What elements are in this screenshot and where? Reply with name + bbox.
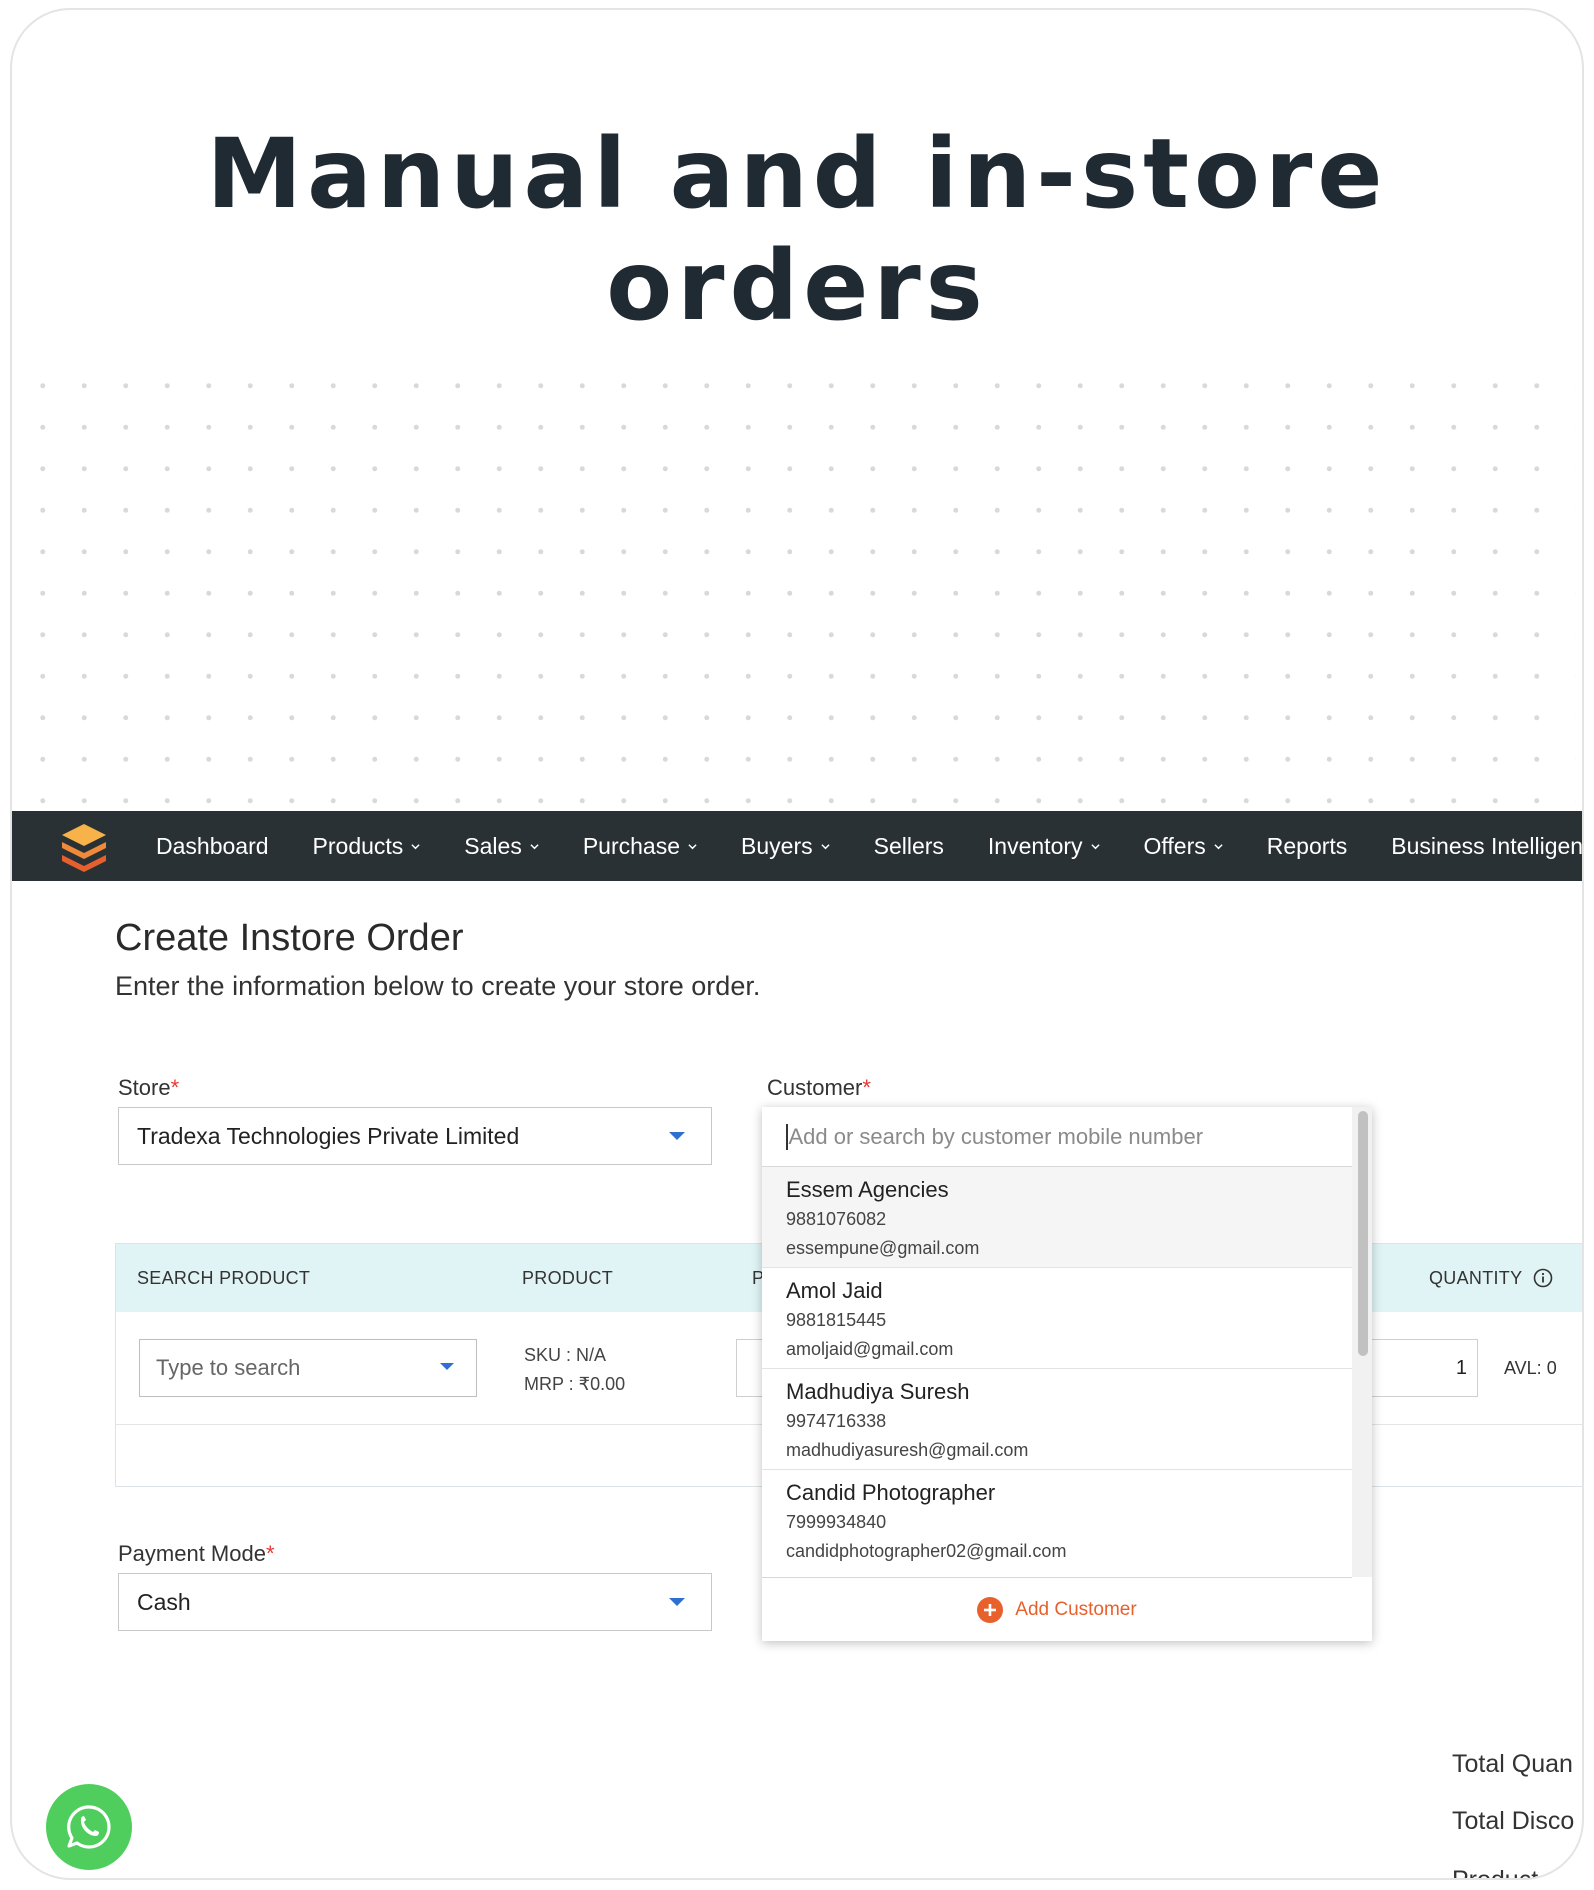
add-customer-button[interactable]: Add Customer — [762, 1577, 1352, 1641]
customer-name: Amol Jaid — [786, 1278, 883, 1303]
nav-item-sellers[interactable]: Sellers — [874, 833, 944, 860]
dot-pattern — [22, 365, 1576, 805]
customer-phone: 9881076082 — [786, 1209, 887, 1229]
promo-card: Manual and in-store orders Dashboard Prod… — [10, 8, 1584, 1880]
quantity-input[interactable]: 1 — [1368, 1339, 1478, 1397]
customer-phone: 7999934840 — [786, 1512, 887, 1532]
chevron-down-icon — [669, 1598, 685, 1606]
customer-email: amoljaid@gmail.com — [786, 1339, 954, 1359]
page-title: Create Instore Order — [115, 917, 464, 959]
customer-email: candidphotographer02@gmail.com — [786, 1541, 1067, 1561]
nav-item-business-intelligence[interactable]: Business Intelligence — [1391, 833, 1582, 860]
nav-item-inventory[interactable]: Inventory — [988, 833, 1100, 860]
whatsapp-icon — [67, 1805, 111, 1849]
customer-option[interactable]: Essem Agencies 9881076082 essempune@gmai… — [762, 1167, 1352, 1268]
nav-item-reports[interactable]: Reports — [1267, 833, 1348, 860]
app-logo-icon[interactable] — [56, 818, 112, 874]
total-discount-label: Total Disco — [1452, 1807, 1575, 1835]
chevron-down-icon — [688, 843, 697, 849]
product-search-select[interactable]: Type to search — [139, 1339, 477, 1397]
dropdown-scrollbar[interactable] — [1352, 1107, 1372, 1577]
nav-item-purchase[interactable]: Purchase — [583, 833, 697, 860]
top-nav: Dashboard Products Sales Purchase Buyers Sell… — [12, 811, 1582, 881]
nav-item-dashboard[interactable]: Dashboard — [156, 833, 269, 860]
customer-dropdown: Add or search by customer mobile number … — [762, 1107, 1372, 1641]
customer-option[interactable]: Madhudiya Suresh 9974716338 madhudiyasur… — [762, 1369, 1352, 1470]
available-stock: AVL: 0 — [1504, 1358, 1557, 1378]
customer-option[interactable]: Amol Jaid 9881815445 amoljaid@gmail.com — [762, 1268, 1352, 1369]
customer-name: Essem Agencies — [786, 1177, 949, 1202]
nav-item-buyers[interactable]: Buyers — [741, 833, 830, 860]
text-cursor — [786, 1123, 788, 1150]
app-screenshot: Dashboard Products Sales Purchase Buyers Sell… — [12, 811, 1582, 1880]
customer-search-placeholder: Add or search by customer mobile number — [788, 1123, 1204, 1149]
customer-phone: 9974716338 — [786, 1411, 887, 1431]
page-subtitle: Enter the information below to create yo… — [115, 971, 761, 1001]
payment-label: Payment Mode* — [118, 1541, 275, 1566]
store-select[interactable]: Tradexa Technologies Private Limited — [118, 1107, 712, 1165]
product-sku: SKU : N/A — [524, 1345, 607, 1365]
store-label: Store* — [118, 1075, 180, 1100]
nav-item-sales[interactable]: Sales — [464, 833, 539, 860]
col-product: PRODUCT — [522, 1268, 614, 1288]
col-quantity: QUANTITY — [1429, 1268, 1553, 1289]
chevron-down-icon — [411, 843, 420, 849]
chevron-down-icon — [821, 843, 830, 849]
plus-circle-icon — [977, 1596, 1004, 1623]
whatsapp-button[interactable] — [46, 1784, 132, 1870]
customer-option[interactable]: Candid Photographer 7999934840 candidpho… — [762, 1470, 1352, 1571]
customer-phone: 9881815445 — [786, 1310, 887, 1330]
customer-search-input[interactable]: Add or search by customer mobile number — [762, 1107, 1352, 1167]
chevron-down-icon — [440, 1363, 454, 1370]
nav-item-offers[interactable]: Offers — [1144, 833, 1223, 860]
scrollbar-thumb[interactable] — [1358, 1111, 1368, 1356]
store-select-value: Tradexa Technologies Private Limited — [137, 1122, 520, 1149]
chevron-down-icon — [530, 843, 539, 849]
add-customer-label: Add Customer — [1015, 1598, 1137, 1620]
customer-name: Madhudiya Suresh — [786, 1379, 970, 1404]
payment-mode-select[interactable]: Cash — [118, 1573, 712, 1631]
product-total-label: Product — [1452, 1866, 1539, 1880]
info-icon[interactable] — [1533, 1268, 1553, 1288]
chevron-down-icon — [1090, 843, 1100, 849]
customer-email: madhudiyasuresh@gmail.com — [786, 1440, 1029, 1460]
chevron-down-icon — [669, 1132, 685, 1140]
customer-label: Customer* — [767, 1075, 871, 1100]
col-search-product: SEARCH PRODUCT — [137, 1268, 311, 1288]
headline: Manual and in-store orders — [206, 118, 1388, 342]
product-search-placeholder: Type to search — [156, 1355, 301, 1380]
customer-email: essempune@gmail.com — [786, 1238, 980, 1258]
chevron-down-icon — [1214, 843, 1223, 849]
nav-item-products[interactable]: Products — [313, 833, 421, 860]
total-quantity-label: Total Quan — [1452, 1750, 1573, 1778]
payment-mode-value: Cash — [137, 1588, 191, 1615]
product-mrp: MRP : ₹0.00 — [524, 1374, 626, 1394]
customer-name: Candid Photographer — [786, 1480, 996, 1505]
